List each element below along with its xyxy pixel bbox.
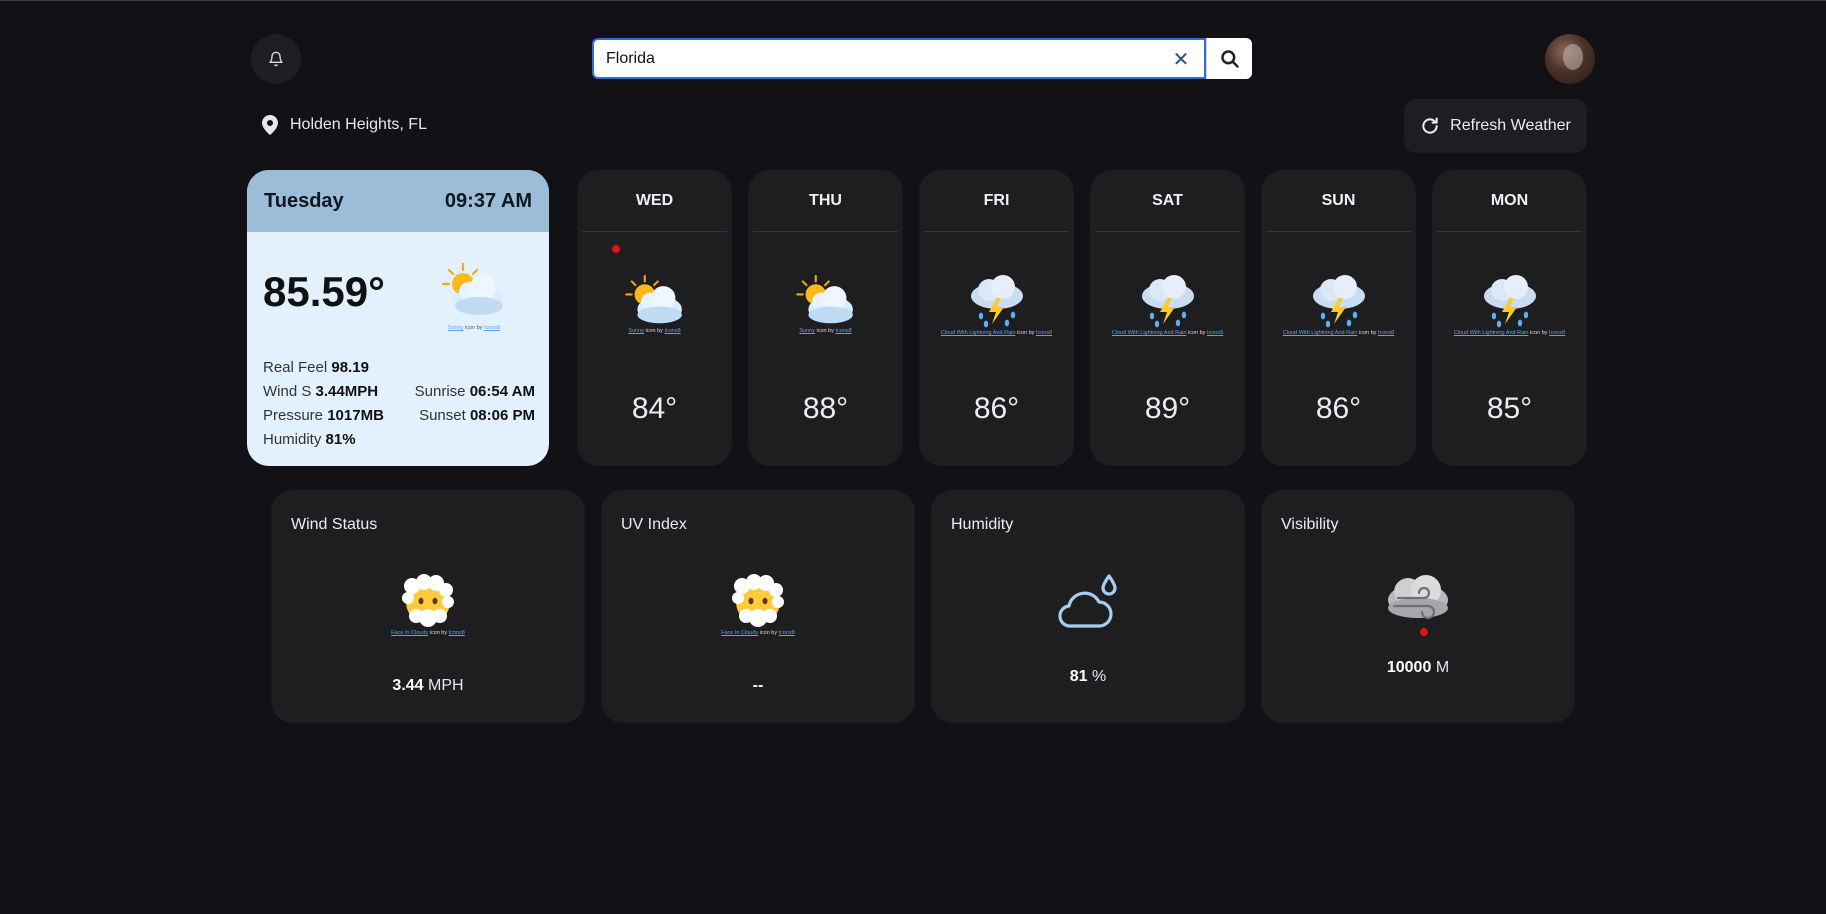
refresh-icon xyxy=(1422,117,1438,134)
forecast-day: MON xyxy=(1437,170,1582,232)
cloud-lightning-rain-icon xyxy=(1141,275,1194,328)
current-day: Tuesday xyxy=(264,189,344,212)
icon-credit: Sunny icon by Icons8 xyxy=(628,328,681,334)
forecast-icon-wrap: Cloud With Lightning And Rain icon by Ic… xyxy=(1432,274,1587,336)
forecast-card: FRI Cloud With Lightning And Rain icon b… xyxy=(919,170,1074,466)
cloud-lightning-rain-icon xyxy=(970,275,1023,328)
location: Holden Heights, FL xyxy=(262,115,427,135)
search-icon xyxy=(1220,49,1239,68)
humidity-stat: Humidity 81% xyxy=(263,431,356,448)
uv-index-value: -- xyxy=(752,677,764,694)
forecast-day: SAT xyxy=(1095,170,1240,232)
wind-speed-value: 3.44 MPH xyxy=(392,677,464,694)
indicator-dot xyxy=(612,245,620,253)
forecast-temp: 84° xyxy=(631,392,678,425)
icon-credit: Cloud With Lightning And Rain icon by Ic… xyxy=(1282,330,1395,336)
wind-status-title: Wind Status xyxy=(291,516,378,533)
icon-credit-author[interactable]: Icons8 xyxy=(484,325,500,331)
bell-icon xyxy=(269,51,283,67)
forecast-temp: 86° xyxy=(1315,392,1362,425)
wind-stat: Wind S 3.44MPH xyxy=(263,383,379,400)
pressure-stat: Pressure 1017MB xyxy=(263,407,384,424)
current-time: 09:37 AM xyxy=(444,189,532,212)
icon-credit: Sunny icon by Icons8 xyxy=(799,328,852,334)
forecast-card: THU Sunny icon by Icons8 88° xyxy=(748,170,903,466)
sunset-stat: Sunset 08:06 PM xyxy=(419,407,535,424)
cloud-droplet-icon xyxy=(1058,574,1117,628)
icon-credit: Face In Clouds icon by Icons8 xyxy=(721,630,795,636)
current-weather-card: Tuesday 09:37 AM 85.59° Sunny icon by Ic… xyxy=(247,170,549,466)
notifications-button[interactable] xyxy=(251,34,301,84)
humidity-icon-wrap xyxy=(931,570,1245,636)
sun-behind-cloud-icon xyxy=(441,262,503,315)
forecast-temp: 89° xyxy=(1144,392,1191,425)
uv-index-card: UV Index Face In Clouds icon by Icons8 -… xyxy=(601,490,915,723)
icon-credit-link[interactable]: Sunny xyxy=(448,325,464,331)
refresh-label: Refresh Weather xyxy=(1450,117,1571,134)
visibility-icon-wrap xyxy=(1261,570,1575,636)
fog-wind-icon xyxy=(1388,575,1448,620)
search-button[interactable] xyxy=(1206,38,1252,79)
wind-icon-wrap: Face In Clouds icon by Icons8 xyxy=(271,574,585,636)
visibility-card: Visibility 10000 M xyxy=(1261,490,1575,723)
forecast-icon-wrap: Cloud With Lightning And Rain icon by Ic… xyxy=(1261,274,1416,336)
forecast-temp: 85° xyxy=(1486,392,1533,425)
map-pin-icon xyxy=(262,115,278,135)
forecast-icon-wrap: Cloud With Lightning And Rain icon by Ic… xyxy=(919,274,1074,336)
forecast-card: SAT Cloud With Lightning And Rain icon b… xyxy=(1090,170,1245,466)
humidity-title: Humidity xyxy=(951,516,1014,533)
icon-credit: Cloud With Lightning And Rain icon by Ic… xyxy=(1453,330,1566,336)
forecast-day: THU xyxy=(753,170,898,232)
icon-credit: Cloud With Lightning And Rain icon by Ic… xyxy=(1111,330,1224,336)
cloud-lightning-rain-icon xyxy=(1312,275,1365,328)
clear-icon[interactable]: ✕ xyxy=(1168,46,1194,72)
forecast-temp: 86° xyxy=(973,392,1020,425)
humidity-card: Humidity 81 % xyxy=(931,490,1245,723)
search-input[interactable] xyxy=(592,38,1206,79)
forecast-card: WED Sunny icon by Icons8 84° xyxy=(577,170,732,466)
sun-behind-cloud-icon xyxy=(795,274,853,324)
current-weather-header: Tuesday 09:37 AM xyxy=(247,170,549,232)
icon-credit: Face In Clouds icon by Icons8 xyxy=(391,630,465,636)
forecast-card: SUN Cloud With Lightning And Rain icon b… xyxy=(1261,170,1416,466)
forecast-icon-wrap: Sunny icon by Icons8 xyxy=(577,274,732,334)
icon-credit-text: icon by xyxy=(464,325,483,331)
search-bar: ✕ xyxy=(592,38,1252,79)
uv-icon-wrap: Face In Clouds icon by Icons8 xyxy=(601,574,915,636)
forecast-icon-wrap: Sunny icon by Icons8 xyxy=(748,274,903,334)
forecast-day: WED xyxy=(582,170,727,232)
humidity-value: 81 % xyxy=(1069,668,1107,685)
real-feel: Real Feel 98.19 xyxy=(263,359,369,376)
location-label: Holden Heights, FL xyxy=(290,116,427,133)
forecast-day: SUN xyxy=(1266,170,1411,232)
avatar[interactable] xyxy=(1545,34,1595,84)
cloud-lightning-rain-icon xyxy=(1483,275,1536,328)
current-weather-icon-wrap: Sunny icon by Icons8 xyxy=(439,262,509,331)
sun-behind-cloud-icon xyxy=(624,274,682,324)
visibility-title: Visibility xyxy=(1281,516,1339,533)
forecast-day: FRI xyxy=(924,170,1069,232)
wind-status-card: Wind Status Face In Clouds icon by Icons… xyxy=(271,490,585,723)
uv-index-title: UV Index xyxy=(621,516,687,533)
indicator-dot xyxy=(1420,628,1428,636)
current-weather-stats: Real Feel 98.19 Wind S 3.44MPH Sunrise 0… xyxy=(263,356,535,452)
forecast-icon-wrap: Cloud With Lightning And Rain icon by Ic… xyxy=(1090,274,1245,336)
icon-credit: Cloud With Lightning And Rain icon by Ic… xyxy=(940,330,1053,336)
face-in-clouds-icon xyxy=(402,574,454,627)
visibility-value: 10000 M xyxy=(1386,659,1450,676)
forecast-card: MON Cloud With Lightning And Rain icon b… xyxy=(1432,170,1587,466)
current-temperature: 85.59° xyxy=(263,268,385,315)
face-in-clouds-icon xyxy=(732,574,784,627)
icon-credit: Sunny icon by Icons8 xyxy=(439,325,509,331)
forecast-temp: 88° xyxy=(802,392,849,425)
sunrise-stat: Sunrise 06:54 AM xyxy=(414,383,535,400)
refresh-weather-button[interactable]: Refresh Weather xyxy=(1404,99,1587,153)
